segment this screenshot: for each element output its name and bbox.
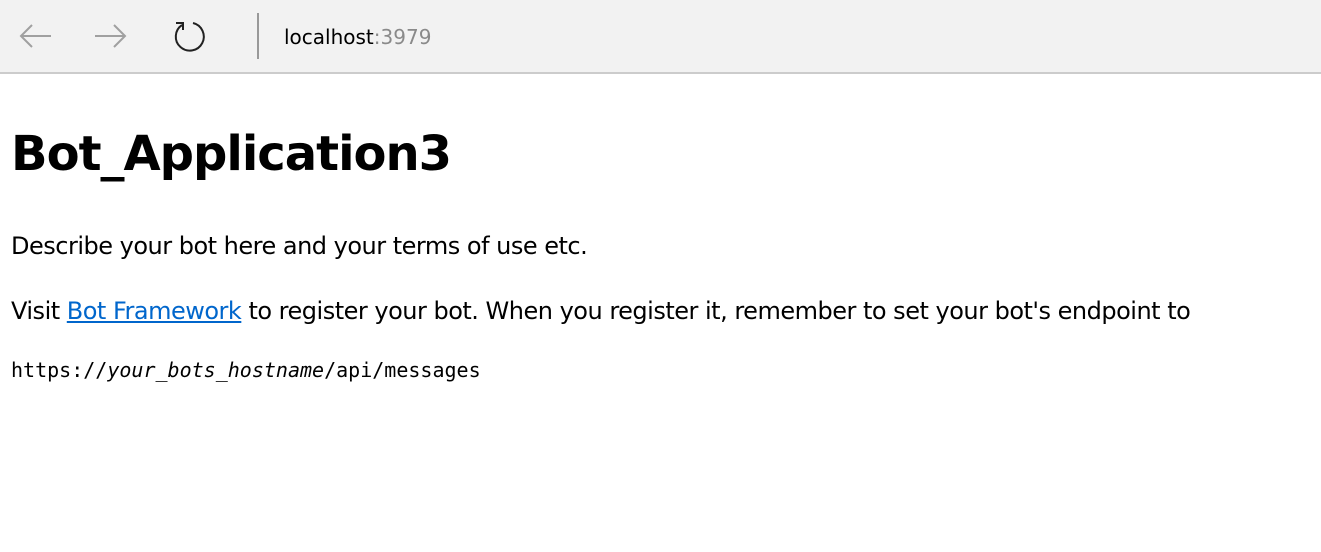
refresh-button[interactable] <box>167 14 211 58</box>
back-button[interactable] <box>13 14 57 58</box>
address-bar[interactable]: localhost:3979 <box>284 24 431 50</box>
refresh-icon <box>174 22 205 52</box>
page-title: Bot_Application3 <box>11 126 452 182</box>
address-port: :3979 <box>373 25 432 49</box>
register-instructions: Visit Bot Framework to register your bot… <box>11 296 1191 326</box>
arrow-right-icon <box>95 24 127 48</box>
endpoint-code: https://your_bots_hostname/api/messages <box>11 357 481 383</box>
address-host: localhost <box>284 25 374 49</box>
endpoint-host-placeholder: your_bots_hostname <box>107 358 325 382</box>
arrow-left-icon <box>19 24 51 48</box>
endpoint-path: /api/messages <box>324 358 481 382</box>
bot-framework-link[interactable]: Bot Framework <box>67 297 242 325</box>
toolbar-divider <box>257 13 259 59</box>
browser-toolbar: localhost:3979 <box>0 0 1321 74</box>
visit-prefix: Visit <box>11 297 67 325</box>
forward-button[interactable] <box>89 14 133 58</box>
description-text: Describe your bot here and your terms of… <box>11 232 588 260</box>
visit-suffix: to register your bot. When you register … <box>241 297 1191 325</box>
endpoint-scheme: https:// <box>11 358 108 382</box>
